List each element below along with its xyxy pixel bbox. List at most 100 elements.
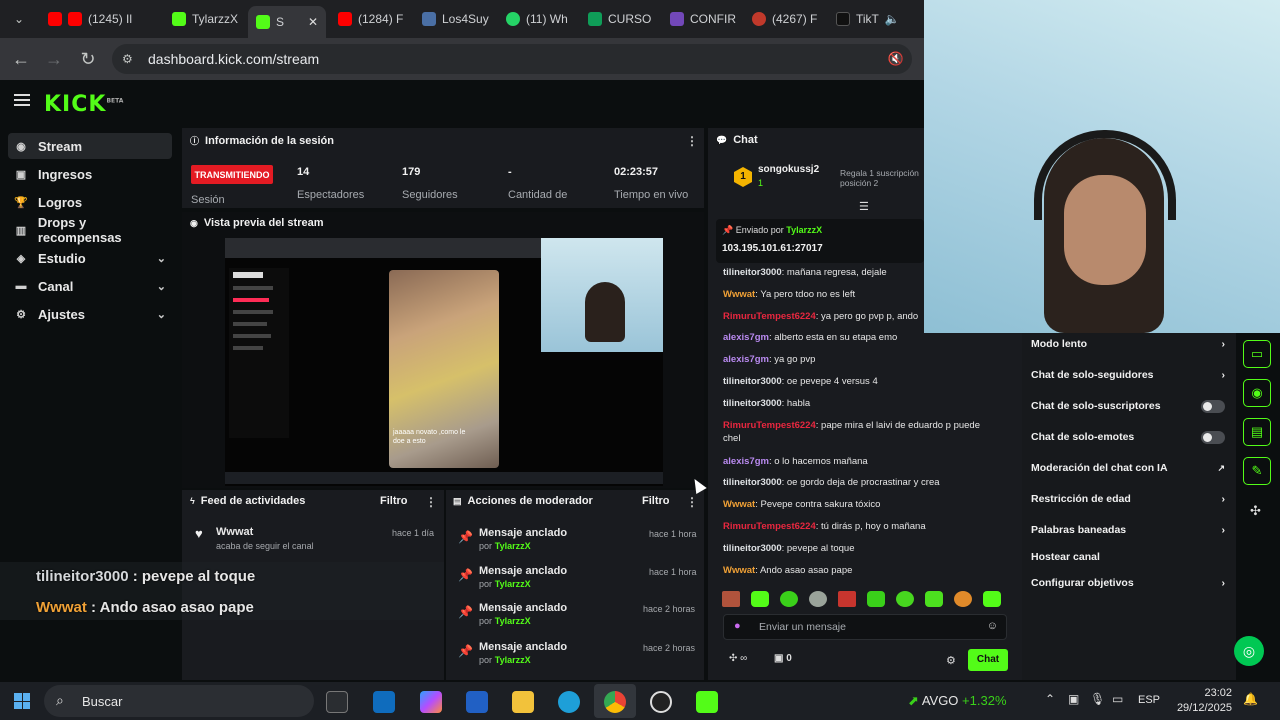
menu-icon[interactable] <box>14 94 30 106</box>
menu-item-banned-words[interactable]: Palabras baneadas › <box>1031 521 1225 539</box>
chat-settings-icon[interactable]: ⚙ <box>946 654 956 667</box>
kick-app-icon[interactable] <box>696 691 718 713</box>
chat-username[interactable]: Wwwat <box>723 499 755 510</box>
emoji-icon[interactable]: ☺ <box>987 620 998 632</box>
mute-icon[interactable]: 🔇 <box>888 51 904 67</box>
notifications-icon[interactable]: 🔔 <box>1243 692 1258 706</box>
store-icon[interactable] <box>466 691 488 713</box>
menu-item-host-channel[interactable]: Hostear canal <box>1031 548 1225 566</box>
emote-icon[interactable] <box>925 591 943 607</box>
chat-message[interactable]: RimuruTempest6224: tú dirás p, hoy o mañ… <box>723 520 993 533</box>
emote-icon[interactable] <box>838 591 856 607</box>
browser-tab[interactable]: CONFIR <box>670 6 742 32</box>
windows-start-icon[interactable] <box>14 693 30 709</box>
sidebar-item-canal[interactable]: ▬ Canal ⌄ <box>8 273 172 299</box>
points-value[interactable]: ▣ 0 <box>774 653 792 664</box>
chat-username[interactable]: RimuruTempest6224 <box>723 521 816 532</box>
sidebar-item-ingresos[interactable]: ▣ Ingresos <box>8 161 172 187</box>
more-icon[interactable]: ⋮ <box>425 495 437 509</box>
sidebar-item-logros[interactable]: 🏆 Logros <box>8 189 172 215</box>
reload-icon[interactable]: ↻ <box>77 48 99 70</box>
emote-icon[interactable] <box>983 591 1001 607</box>
task-view-icon[interactable] <box>326 691 348 713</box>
emote-icon[interactable] <box>751 591 769 607</box>
forward-icon[interactable]: → <box>43 48 65 70</box>
tray-chevron-icon[interactable]: ⌃ <box>1045 692 1055 706</box>
chat-message[interactable]: tilineitor3000: habla <box>723 397 993 410</box>
emote-icon[interactable] <box>954 591 972 607</box>
sidebar-item-ajustes[interactable]: ⚙ Ajustes ⌄ <box>8 301 172 327</box>
chat-username[interactable]: alexis7gm <box>723 332 769 343</box>
pinned-message[interactable]: 📌 Enviado por TylarzzX 103.195.101.61:27… <box>716 219 924 263</box>
browser-tab[interactable]: (1245) Il <box>48 6 158 32</box>
chat-message[interactable]: RimuruTempest6224: pape mira el laivi de… <box>723 419 993 445</box>
mic-icon[interactable]: 🎙 <box>1090 692 1105 706</box>
menu-item-ai-moderation[interactable]: Moderación del chat con IA ↗ <box>1031 459 1225 477</box>
browser-tab[interactable]: (1284) F <box>338 6 410 32</box>
chat-input[interactable]: ● Enviar un mensaje ☺ <box>723 614 1007 640</box>
toggle-switch[interactable] <box>1201 430 1225 444</box>
sidebar-item-drops[interactable]: ▥ Drops y recompensas <box>8 215 172 245</box>
emote-icon[interactable] <box>867 591 885 607</box>
wrench-icon[interactable]: ✎ <box>1243 457 1271 485</box>
chat-message[interactable]: tilineitor3000: pevepe al toque <box>723 542 993 555</box>
browser-tab[interactable]: TylarzzX <box>172 6 242 32</box>
points-indicator[interactable]: ✣ ∞ <box>729 653 747 664</box>
taskbar-search[interactable]: ⌕ Buscar <box>44 685 314 717</box>
edge-icon[interactable] <box>558 691 580 713</box>
chat-username[interactable]: tilineitor3000 <box>723 376 782 387</box>
browser-tab-active[interactable]: S ✕ <box>248 6 326 38</box>
chat-message[interactable]: alexis7gm: ya go pvp <box>723 353 993 366</box>
obs-icon[interactable] <box>650 691 672 713</box>
sidebar-item-estudio[interactable]: ◈ Estudio ⌄ <box>8 245 172 271</box>
chat-username[interactable]: tilineitor3000 <box>723 543 782 554</box>
browser-tab[interactable]: (4267) F <box>752 6 828 32</box>
browser-tab[interactable]: (11) Wh <box>506 6 582 32</box>
close-tab-icon[interactable]: ✕ <box>308 15 318 29</box>
feed-filter-button[interactable]: Filtro <box>380 495 408 507</box>
language-indicator[interactable]: ESP <box>1138 694 1160 706</box>
chat-username[interactable]: Wwwat <box>723 565 755 576</box>
emote-icon[interactable] <box>780 591 798 607</box>
chat-username[interactable]: tilineitor3000 <box>723 477 782 488</box>
browser-tab[interactable]: TikT 🔈 <box>836 6 916 32</box>
site-settings-icon[interactable]: ⚙ <box>122 52 133 66</box>
more-icon[interactable]: ⋮ <box>686 495 698 509</box>
chat-bubble-icon[interactable]: ▭ <box>1243 340 1271 368</box>
chat-username[interactable]: tilineitor3000 <box>723 398 782 409</box>
menu-item-subscribers-only[interactable]: Chat de solo-suscriptores <box>1031 397 1225 415</box>
chat-message[interactable]: tilineitor3000: oe pevepe 4 versus 4 <box>723 375 993 388</box>
chat-username[interactable]: RimuruTempest6224 <box>723 311 816 322</box>
menu-item-slow-mode[interactable]: Modo lento › <box>1031 335 1225 353</box>
broadcast-icon[interactable]: ◉ <box>1243 379 1271 407</box>
toggle-switch[interactable] <box>1201 399 1225 413</box>
chat-username[interactable]: RimuruTempest6224 <box>723 420 816 431</box>
menu-item-goals[interactable]: Configurar objetivos › <box>1031 574 1225 592</box>
tab-search-icon[interactable]: ⌄ <box>8 8 30 30</box>
chat-username[interactable]: alexis7gm <box>723 456 769 467</box>
filter-icon[interactable]: ☰ <box>859 200 869 213</box>
url-field[interactable]: ⚙ dashboard.kick.com/stream 🔇 <box>112 44 912 74</box>
browser-tab[interactable]: Los4Suy <box>422 6 498 32</box>
emote-icon[interactable] <box>722 591 740 607</box>
stream-preview-video[interactable]: jaaaaa novato ,como le doe a esto <box>225 238 663 486</box>
browser-tab[interactable]: CURSO <box>588 6 660 32</box>
copilot-icon[interactable] <box>420 691 442 713</box>
emote-icon[interactable] <box>896 591 914 607</box>
group-icon[interactable]: ✣ <box>1250 503 1261 519</box>
chat-message[interactable]: alexis7gm: alberto esta en su etapa emo <box>723 331 993 344</box>
mod-filter-button[interactable]: Filtro <box>642 495 670 507</box>
sidebar-item-stream[interactable]: ◉ Stream <box>8 133 172 159</box>
stock-widget[interactable]: ⬈ AVGO +1.32% <box>908 693 1007 709</box>
menu-item-emotes-only[interactable]: Chat de solo-emotes <box>1031 428 1225 446</box>
clock[interactable]: 23:02 29/12/2025 <box>1170 686 1232 716</box>
chat-send-button[interactable]: Chat <box>968 649 1008 671</box>
file-explorer-icon[interactable] <box>512 691 534 713</box>
chat-username[interactable]: Wwwat <box>723 289 755 300</box>
menu-item-age-restriction[interactable]: Restricción de edad › <box>1031 490 1225 508</box>
display-icon[interactable]: ▭ <box>1112 692 1123 706</box>
chat-message[interactable]: alexis7gm: o lo hacemos mañana <box>723 455 993 468</box>
chat-username[interactable]: tilineitor3000 <box>723 267 782 278</box>
tray-icon[interactable]: ▣ <box>1068 692 1079 706</box>
kick-logo[interactable]: KICKBETA <box>44 92 123 117</box>
